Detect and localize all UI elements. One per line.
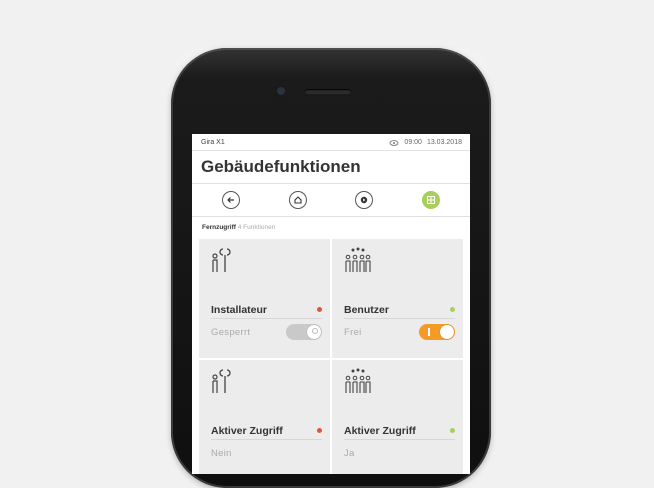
nav-bar xyxy=(192,184,470,217)
status-bar: Gira X1 09:00 13.03.2018 xyxy=(192,134,470,151)
front-camera xyxy=(277,87,285,95)
tile-active-access-installer[interactable]: Aktiver Zugriff Nein xyxy=(199,360,330,474)
app-name: Gira X1 xyxy=(201,138,225,146)
status-dot xyxy=(317,428,322,433)
installer-toggle[interactable] xyxy=(286,324,322,340)
section-header: Fernzugriff 4 Funktionen xyxy=(192,217,470,239)
app-screen: Gira X1 09:00 13.03.2018 Gebäudefunktion… xyxy=(192,134,470,474)
tile-installer[interactable]: Installateur Gesperrt xyxy=(199,239,330,358)
tile-state: Gesperrt xyxy=(211,326,251,338)
function-grid: Installateur Gesperrt Benutzer Frei Akti… xyxy=(199,239,463,474)
play-icon xyxy=(361,196,368,204)
toggle-knob xyxy=(440,325,454,339)
back-button[interactable] xyxy=(222,191,241,209)
earpiece-speaker xyxy=(305,89,351,94)
tile-state: Nein xyxy=(211,447,232,459)
status-time: 09:00 xyxy=(404,138,422,146)
cloud-icon xyxy=(389,139,399,146)
status-right: 09:00 13.03.2018 xyxy=(389,139,462,146)
users-icon xyxy=(345,247,371,272)
tile-label: Aktiver Zugriff xyxy=(211,424,283,437)
status-dot xyxy=(450,428,455,433)
grid-button[interactable] xyxy=(421,191,440,209)
status-dot xyxy=(317,307,322,312)
tile-label: Installateur xyxy=(211,303,268,316)
tile-state: Ja xyxy=(344,447,355,459)
status-dot xyxy=(450,307,455,312)
tile-active-access-users[interactable]: Aktiver Zugriff Ja xyxy=(332,360,463,474)
users-icon xyxy=(345,368,371,393)
back-arrow-icon xyxy=(227,197,235,203)
tile-label: Aktiver Zugriff xyxy=(344,424,416,437)
page-title: Gebäudefunktionen xyxy=(192,151,470,184)
play-button[interactable] xyxy=(355,191,374,209)
home-button[interactable] xyxy=(288,191,307,209)
tile-label: Benutzer xyxy=(344,303,389,316)
section-title: Fernzugriff xyxy=(202,224,236,231)
users-toggle[interactable] xyxy=(419,324,455,340)
installer-icon xyxy=(212,369,231,393)
grid-icon xyxy=(426,196,435,204)
tile-state: Frei xyxy=(344,326,362,338)
installer-icon xyxy=(212,248,231,272)
section-subtitle: 4 Funktionen xyxy=(237,224,276,231)
home-icon xyxy=(294,196,302,204)
status-date: 13.03.2018 xyxy=(426,138,462,146)
toggle-on-mark xyxy=(428,328,430,336)
tile-users[interactable]: Benutzer Frei xyxy=(332,239,463,358)
toggle-off-mark xyxy=(312,328,318,334)
